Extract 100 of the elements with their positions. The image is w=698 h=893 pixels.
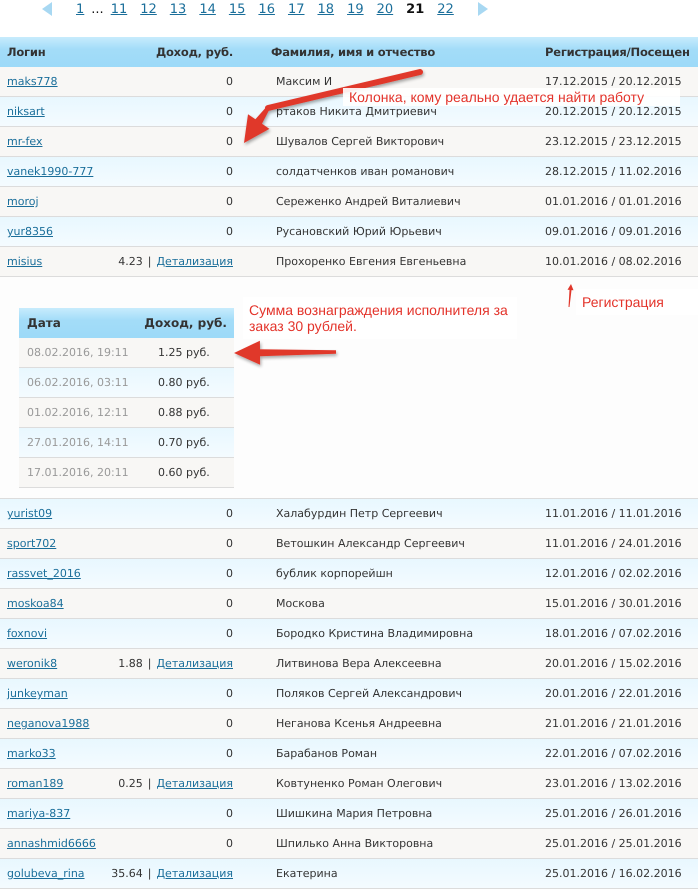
login-link[interactable]: moroj bbox=[0, 195, 39, 208]
annotation-text: Колонка, кому реально удается найти работу bbox=[343, 88, 680, 106]
income-value: 0 bbox=[226, 165, 233, 178]
income-value: 0 bbox=[226, 537, 233, 550]
full-name: Халабурдин Петр Сергеевич bbox=[275, 507, 444, 520]
page-link[interactable]: 18 bbox=[318, 2, 334, 16]
login-link[interactable]: junkeyman bbox=[0, 687, 68, 700]
login-link[interactable]: golubeva_rina bbox=[0, 867, 85, 880]
login-link[interactable]: mariya-837 bbox=[0, 807, 70, 820]
full-name: Неганова Ксенья Андреевна bbox=[275, 717, 443, 730]
registration-dates: 25.01.2016 / 16.02.2016 bbox=[544, 867, 683, 880]
income-value: 0 bbox=[226, 75, 233, 88]
page-link[interactable]: 22 bbox=[437, 2, 454, 16]
page-link[interactable]: 15 bbox=[228, 2, 246, 16]
income-value: 0 bbox=[226, 195, 233, 208]
income-value: 0 bbox=[226, 807, 233, 820]
full-name: Ветошкин Александр Сергеевич bbox=[275, 537, 466, 550]
registration-dates: 20.12.2015 / 20.12.2015 bbox=[544, 105, 683, 118]
full-name: Максим И bbox=[275, 75, 334, 88]
income-value: 0 bbox=[226, 717, 233, 730]
login-link[interactable]: maks778 bbox=[0, 75, 58, 88]
payment-date: 27.01.2016, 14:11 bbox=[27, 436, 130, 449]
column-header: Логин bbox=[6, 45, 46, 59]
page-link[interactable]: 11 bbox=[110, 2, 128, 16]
registration-dates: 20.01.2016 / 22.01.2016 bbox=[544, 687, 683, 700]
login-link[interactable]: marko33 bbox=[0, 747, 56, 760]
payment-amount: 0.60 руб. bbox=[158, 466, 211, 479]
income-value: 0 bbox=[226, 567, 233, 580]
pointer-arrow bbox=[568, 284, 574, 307]
full-name: Сереженко Андрей Виталиевич bbox=[275, 195, 462, 208]
income-value: 0 bbox=[226, 597, 233, 610]
column-header: Дата bbox=[27, 316, 62, 330]
current-page[interactable]: 21 bbox=[406, 2, 424, 16]
full-name: бублик корпорейшн bbox=[275, 567, 394, 580]
payment-date: 17.01.2016, 20:11 bbox=[27, 466, 130, 479]
full-name: Поляков Сергей Александрович bbox=[275, 687, 464, 700]
login-link[interactable]: annashmid6666 bbox=[0, 837, 96, 850]
page-link[interactable]: 20 bbox=[376, 2, 394, 16]
login-link[interactable]: misius bbox=[0, 255, 42, 268]
login-link[interactable]: weronik8 bbox=[0, 657, 58, 670]
full-name: Москова bbox=[275, 597, 326, 610]
login-link[interactable]: roman189 bbox=[0, 777, 64, 790]
column-header: Фамилия, имя и отчество bbox=[270, 45, 436, 59]
registration-dates: 09.01.2016 / 09.01.2016 bbox=[544, 225, 683, 238]
page-link[interactable]: 1 bbox=[76, 2, 84, 16]
details-link[interactable]: Детализация bbox=[156, 657, 233, 670]
separator: | bbox=[148, 657, 152, 670]
details-link[interactable]: Детализация bbox=[156, 867, 233, 880]
registration-dates: 15.01.2016 / 30.01.2016 bbox=[544, 597, 683, 610]
registration-dates: 25.01.2016 / 25.01.2016 bbox=[544, 837, 683, 850]
income-value: 0 bbox=[226, 135, 233, 148]
registration-dates: 17.12.2015 / 20.12.2015 bbox=[544, 75, 683, 88]
full-name: Бородко Кристина Владимировна bbox=[275, 627, 474, 640]
payment-amount: 0.88 руб. bbox=[158, 406, 211, 419]
login-link[interactable]: rassvet_2016 bbox=[0, 567, 81, 580]
page-link[interactable]: 19 bbox=[347, 2, 364, 16]
details-link[interactable]: Детализация bbox=[156, 777, 233, 790]
login-link[interactable]: sport702 bbox=[0, 537, 56, 550]
page-link[interactable]: 12 bbox=[140, 2, 157, 16]
column-header: Доход, руб. bbox=[144, 316, 227, 330]
payment-amount: 1.25 руб. bbox=[158, 346, 211, 359]
full-name: Шувалов Сергей Викторович bbox=[275, 135, 446, 148]
page-link[interactable]: 17 bbox=[288, 2, 305, 16]
page-link[interactable]: 13 bbox=[170, 2, 186, 16]
income-value: 0 bbox=[226, 687, 233, 700]
separator: | bbox=[148, 255, 152, 268]
page-link[interactable]: 16 bbox=[258, 2, 275, 16]
page-link[interactable]: 14 bbox=[199, 2, 216, 16]
login-link[interactable]: niksart bbox=[0, 105, 45, 118]
login-link[interactable]: yurist09 bbox=[0, 507, 52, 520]
registration-dates: 10.01.2016 / 08.02.2016 bbox=[544, 255, 683, 268]
registration-dates: 22.01.2016 / 07.02.2016 bbox=[544, 747, 683, 760]
login-link[interactable]: neganova1988 bbox=[0, 717, 90, 730]
registration-dates: 21.01.2016 / 21.01.2016 bbox=[544, 717, 683, 730]
income-value: 0.25 bbox=[118, 777, 143, 790]
registration-dates: 23.01.2016 / 13.02.2016 bbox=[544, 777, 683, 790]
income-value: 1.88 bbox=[118, 657, 143, 670]
login-link[interactable]: moskoa84 bbox=[0, 597, 64, 610]
login-link[interactable]: mr-fex bbox=[0, 135, 42, 148]
income-value: 0 bbox=[226, 837, 233, 850]
income-value: 0 bbox=[226, 627, 233, 640]
income-value: 4.23 bbox=[118, 255, 143, 268]
login-link[interactable]: foxnovi bbox=[0, 627, 48, 640]
registration-dates: 11.01.2016 / 11.01.2016 bbox=[544, 507, 683, 520]
registration-dates: 18.01.2016 / 07.02.2016 bbox=[544, 627, 683, 640]
registration-dates: 25.01.2016 / 26.01.2016 bbox=[544, 807, 683, 820]
payment-date: 06.02.2016, 03:11 bbox=[27, 376, 130, 389]
previous-icon[interactable] bbox=[42, 2, 52, 16]
payment-date: 08.02.2016, 19:11 bbox=[27, 346, 130, 359]
full-name: Барабанов Роман bbox=[275, 747, 378, 760]
payment-amount: 0.70 руб. bbox=[158, 436, 211, 449]
login-link[interactable]: yur8356 bbox=[0, 225, 53, 238]
registration-dates: 12.01.2016 / 02.02.2016 bbox=[544, 567, 683, 580]
next-icon[interactable] bbox=[478, 2, 488, 16]
full-name: Русановский Юрий Юрьевич bbox=[275, 225, 443, 238]
details-link[interactable]: Детализация bbox=[156, 255, 233, 268]
login-link[interactable]: vanek1990-777 bbox=[0, 165, 94, 178]
registration-dates: 11.01.2016 / 24.01.2016 bbox=[544, 537, 683, 550]
full-name: Литвинова Вера Алексеевна bbox=[275, 657, 443, 670]
registration-dates: 28.12.2015 / 11.02.2016 bbox=[544, 165, 683, 178]
